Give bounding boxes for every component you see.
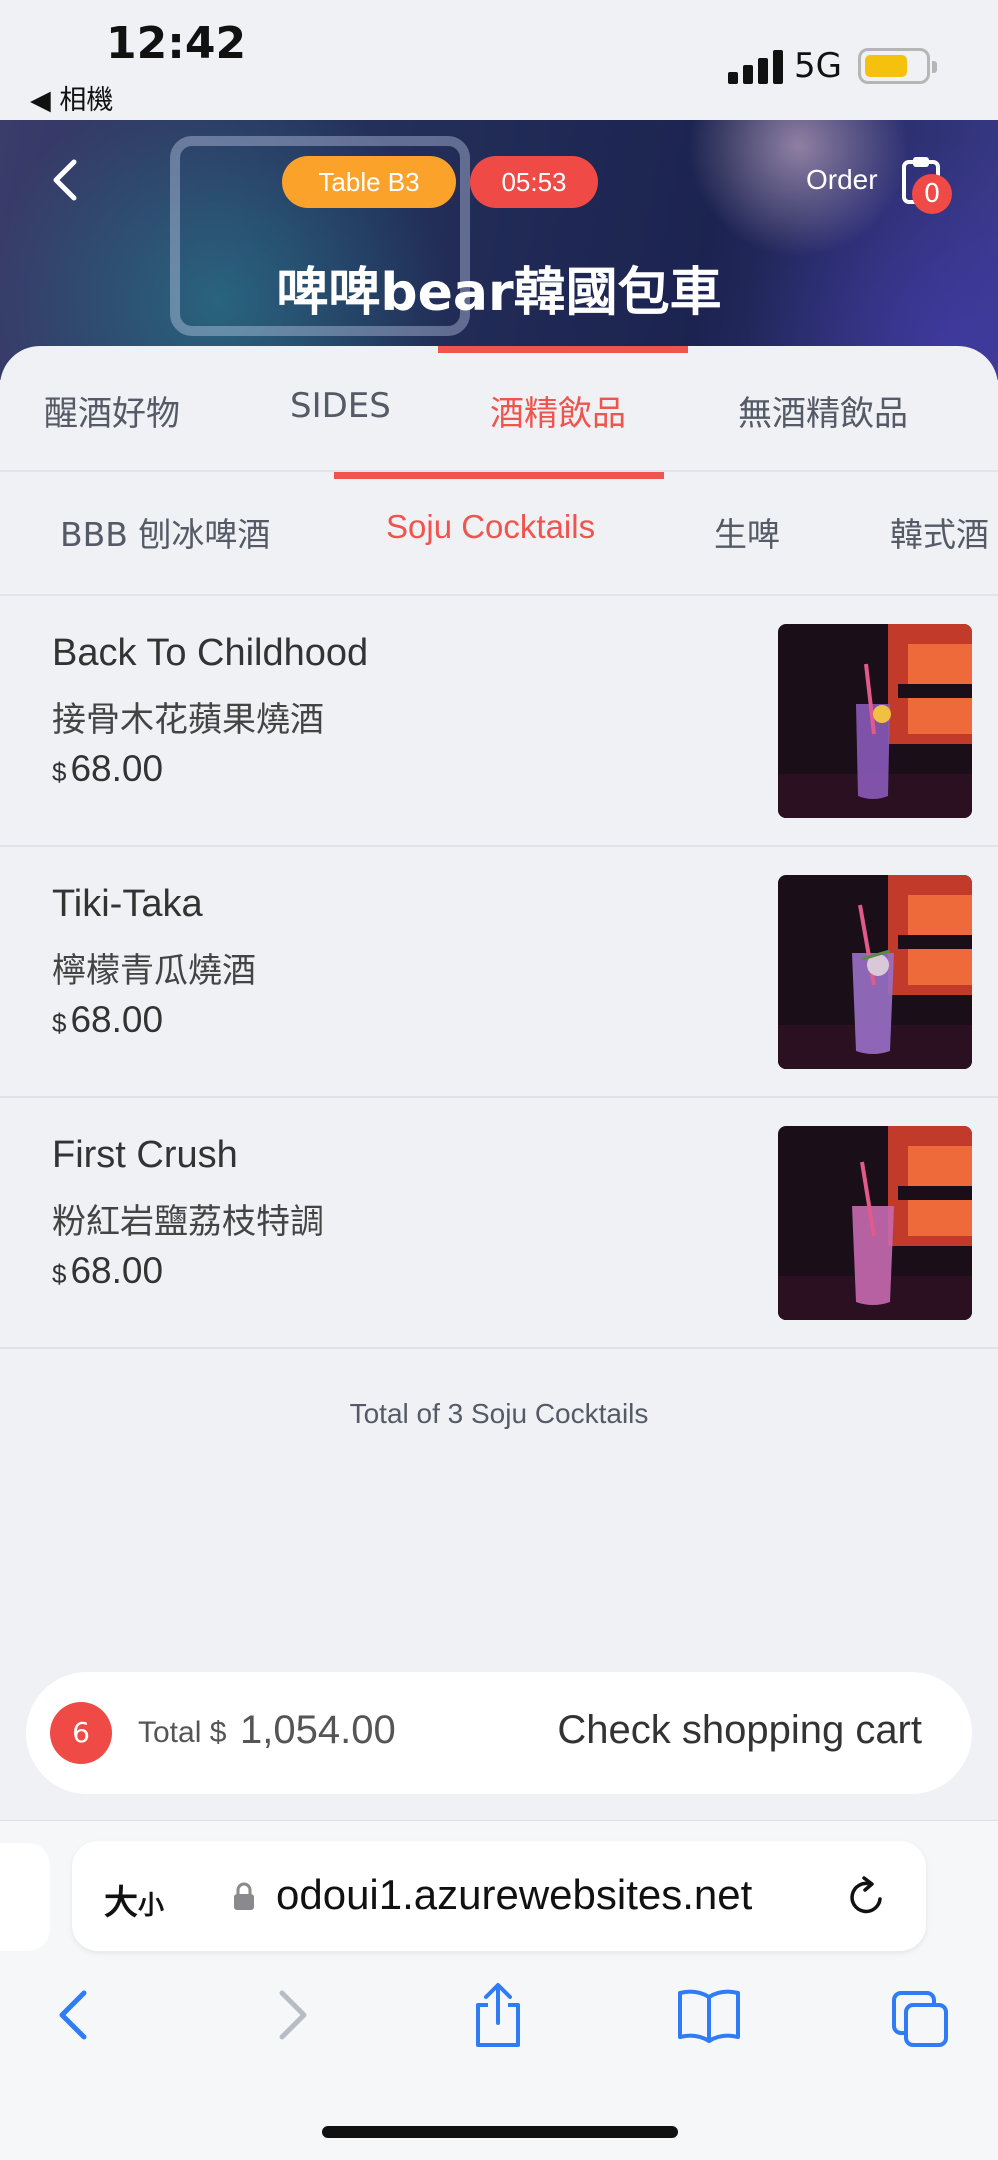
product-subtitle: 接骨木花蘋果燒酒 [52,700,324,740]
subcategory-tabs: BBB 刨冰啤酒 Soju Cocktails 生啤 韓式酒 [0,474,998,596]
product-subtitle: 粉紅岩鹽荔枝特調 [52,1202,324,1242]
store-name: 啤啤bear韓國包車 [276,263,722,323]
order-count-badge: 0 [912,174,952,214]
back-to-camera-link[interactable]: ◀ 相機 [30,78,113,117]
url-text[interactable]: odoui1.azurewebsites.net [276,1871,752,1919]
product-item[interactable]: Tiki-Taka 檸檬青瓜燒酒 $68.00 [0,847,998,1098]
back-arrow-icon[interactable] [54,1981,94,2049]
bookmarks-icon[interactable] [676,1981,742,2049]
text-size-button[interactable]: 大小 [104,1875,164,1924]
tab-category-non-alcoholic[interactable]: 無酒精飲品 [738,386,908,435]
order-label[interactable]: Order [806,164,878,196]
tab-category-hangover[interactable]: 醒酒好物 [44,386,180,435]
check-shopping-cart-button[interactable]: Check shopping cart [557,1708,922,1753]
product-item[interactable]: Back To Childhood 接骨木花蘋果燒酒 $68.00 [0,596,998,847]
cart-count-badge: 6 [50,1702,112,1764]
timer-badge: 05:53 [470,156,598,208]
cart-total-label: Total $ [138,1716,227,1749]
tab-category-sides[interactable]: SIDES [290,386,391,426]
product-item[interactable]: First Crush 粉紅岩鹽荔枝特調 $68.00 [0,1098,998,1349]
product-name: Tiki-Taka [52,883,203,925]
share-icon[interactable] [468,1981,528,2049]
tabs-icon[interactable] [890,1981,950,2049]
product-image[interactable] [778,624,972,818]
home-indicator [322,2126,678,2138]
cart-bar[interactable]: 6 Total $ 1,054.00 Check shopping cart [26,1672,972,1794]
list-total-text: Total of 3 Soju Cocktails [349,1398,649,1429]
tab-sub-soju-cocktails[interactable]: Soju Cocktails [386,508,595,546]
product-subtitle: 檸檬青瓜燒酒 [52,951,256,991]
network-type: 5G [794,46,842,86]
product-image[interactable] [778,1126,972,1320]
tab-sub-korean-liquor[interactable]: 韓式酒 [890,508,989,556]
product-name: Back To Childhood [52,632,369,674]
tab-sub-bbb-beer[interactable]: BBB 刨冰啤酒 [60,508,270,556]
signal-icon [728,50,783,84]
cart-total-value: 1,054.00 [240,1708,396,1752]
lock-icon [234,1882,254,1910]
table-badge: Table B3 [282,156,456,208]
previous-tab-card[interactable] [0,1843,50,1951]
forward-arrow-icon[interactable] [272,1981,312,2049]
tab-category-alcoholic[interactable]: 酒精飲品 [490,386,626,435]
reload-icon[interactable] [844,1875,888,1919]
back-chevron-icon[interactable] [48,158,84,202]
status-time: 12:42 [106,18,247,69]
header-active-indicator [438,346,688,353]
tab-sub-draft-beer[interactable]: 生啤 [714,508,780,556]
product-name: First Crush [52,1134,238,1176]
battery-icon [858,48,937,84]
store-header: Table B3 05:53 Order 0 啤啤bear韓國包車 [0,120,998,380]
address-bar[interactable]: 大小 odoui1.azurewebsites.net [72,1841,926,1951]
product-price: $68.00 [52,1250,164,1291]
product-image[interactable] [778,875,972,1069]
status-bar: 12:42 ◀ 相機 5G [0,0,998,120]
category-tabs: 醒酒好物 SIDES 酒精飲品 無酒精飲品 [0,346,998,472]
browser-toolbar: 大小 odoui1.azurewebsites.net [0,1820,998,2160]
product-price: $68.00 [52,748,164,789]
product-price: $68.00 [52,999,164,1040]
